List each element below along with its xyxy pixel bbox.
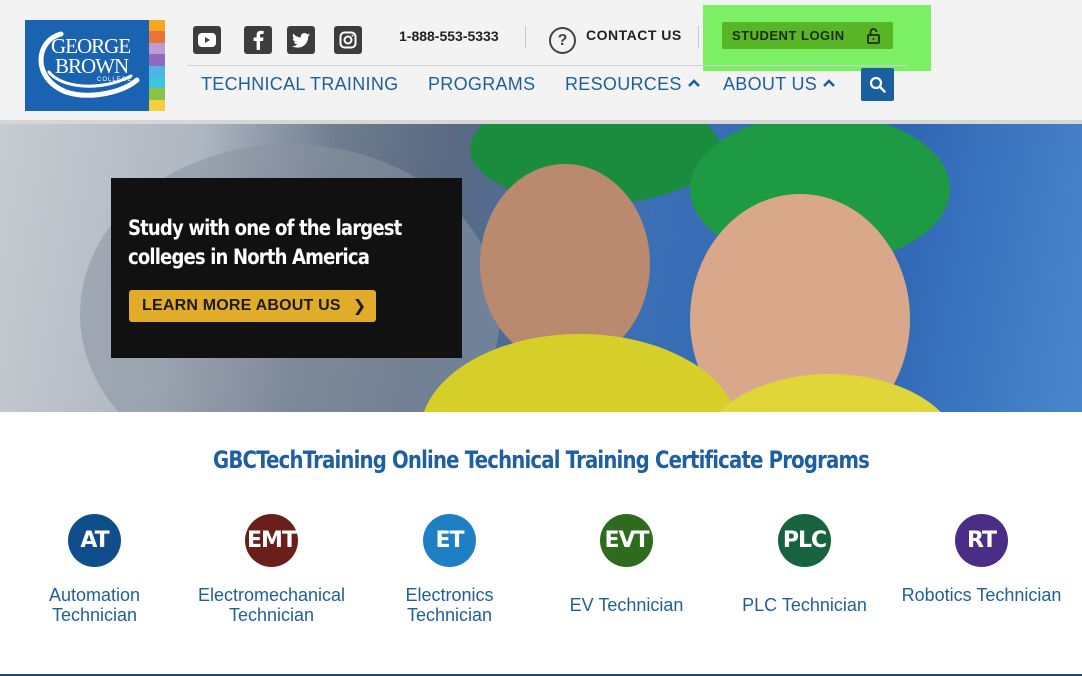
program-badge: AT bbox=[68, 514, 121, 567]
program-name: Electromechanical Technician bbox=[197, 585, 346, 625]
instagram-icon[interactable] bbox=[334, 26, 362, 54]
search-button[interactable] bbox=[861, 68, 894, 101]
chevron-up-icon bbox=[687, 78, 700, 87]
site-header: GEORGE BROWN COLLEGE 1-888-553-5333 ? CO… bbox=[0, 0, 1082, 121]
nav-divider bbox=[187, 65, 907, 66]
nav-programs[interactable]: PROGRAMS bbox=[428, 74, 535, 95]
learn-more-label: LEARN MORE ABOUT US bbox=[142, 297, 341, 314]
program-electromechanical-technician[interactable]: EMT Electromechanical Technician bbox=[183, 514, 360, 625]
program-ev-technician[interactable]: EVT EV Technician bbox=[538, 514, 715, 615]
programs-title-text: GBCTechTraining Online Technical Trainin… bbox=[212, 446, 870, 474]
logo-stripe bbox=[149, 88, 165, 100]
nav-technical-training[interactable]: TECHNICAL TRAINING bbox=[201, 74, 398, 95]
student-login-button[interactable]: STUDENT LOGIN bbox=[722, 22, 893, 49]
logo-stripe bbox=[149, 42, 165, 55]
hero-callout: Study with one of the largest colleges i… bbox=[111, 178, 462, 358]
program-badge: EMT bbox=[245, 514, 298, 567]
program-name: Automation Technician bbox=[48, 585, 141, 625]
logo-color-stripes bbox=[149, 20, 165, 111]
nav-resources[interactable]: RESOURCES bbox=[565, 74, 700, 95]
nav-label: PROGRAMS bbox=[428, 74, 536, 94]
logo-stripe bbox=[149, 99, 165, 111]
search-icon bbox=[869, 76, 886, 93]
program-badge: EVT bbox=[600, 514, 653, 567]
contact-us-link[interactable]: CONTACT US bbox=[586, 27, 682, 43]
program-plc-technician[interactable]: PLC PLC Technician bbox=[716, 514, 893, 615]
program-badge: ET bbox=[423, 514, 476, 567]
divider bbox=[698, 26, 699, 48]
logo-stripe bbox=[149, 65, 165, 77]
program-robotics-technician[interactable]: RT Robotics Technician bbox=[893, 514, 1070, 605]
twitter-icon[interactable] bbox=[287, 26, 315, 54]
program-name: Electronics Technician bbox=[405, 585, 494, 625]
logo-stripe bbox=[149, 76, 165, 89]
program-name: PLC Technician bbox=[742, 595, 867, 615]
chevron-up-icon bbox=[823, 78, 836, 87]
logo-stripe bbox=[149, 54, 165, 66]
phone-number[interactable]: 1-888-553-5333 bbox=[399, 28, 499, 44]
program-name: Robotics Technician bbox=[901, 585, 1062, 605]
program-automation-technician[interactable]: AT Automation Technician bbox=[6, 514, 183, 625]
hero-banner: Study with one of the largest colleges i… bbox=[0, 124, 1082, 412]
george-brown-logo[interactable]: GEORGE BROWN COLLEGE bbox=[25, 20, 165, 111]
unlock-icon bbox=[867, 28, 880, 44]
logo-line-2: BROWN bbox=[55, 54, 129, 78]
program-electronics-technician[interactable]: ET Electronics Technician bbox=[361, 514, 538, 625]
program-name: EV Technician bbox=[569, 595, 684, 615]
logo-stripe bbox=[149, 20, 165, 32]
logo-stripe bbox=[149, 31, 165, 43]
chevron-right-icon: ❯ bbox=[352, 298, 367, 315]
youtube-icon[interactable] bbox=[193, 26, 221, 54]
hero-title: Study with one of the largest colleges i… bbox=[128, 216, 402, 269]
student-login-label: STUDENT LOGIN bbox=[732, 28, 845, 43]
question-bubble-icon[interactable]: ? bbox=[549, 27, 576, 54]
program-badge: PLC bbox=[778, 514, 831, 567]
nav-label: RESOURCES bbox=[565, 74, 682, 94]
nav-label: TECHNICAL TRAINING bbox=[201, 74, 399, 94]
divider bbox=[525, 26, 526, 48]
nav-about-us[interactable]: ABOUT US bbox=[723, 74, 836, 95]
program-badge: RT bbox=[955, 514, 1008, 567]
facebook-icon[interactable] bbox=[244, 26, 272, 54]
programs-title: GBCTechTraining Online Technical Trainin… bbox=[0, 446, 1082, 474]
nav-label: ABOUT US bbox=[723, 74, 818, 94]
learn-more-button[interactable]: LEARN MORE ABOUT US ❯ bbox=[129, 290, 376, 322]
logo-line-3: COLLEGE bbox=[97, 77, 133, 83]
